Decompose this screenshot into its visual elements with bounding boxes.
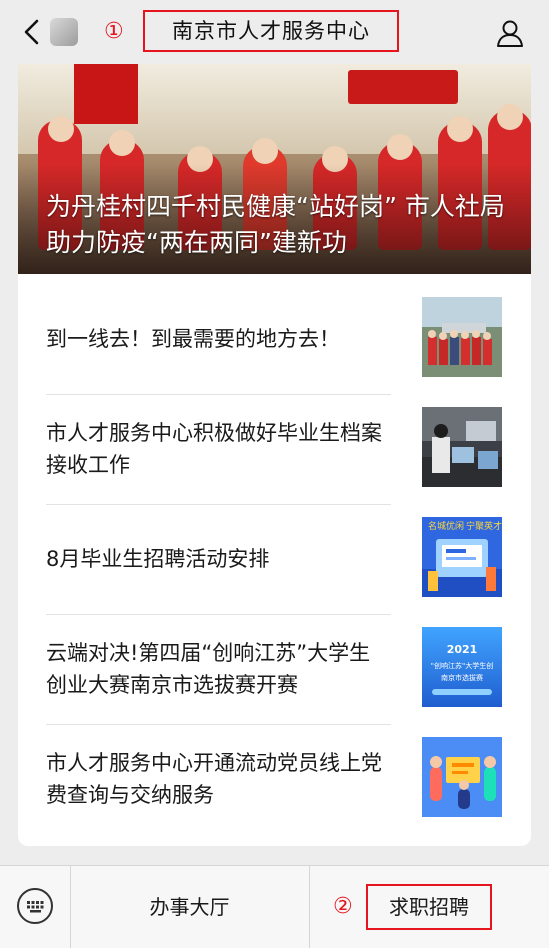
menu-separator bbox=[309, 866, 310, 948]
article-item[interactable]: 云端对决!第四届“创响江苏”大学生创业大赛南京市选拔赛开赛 2021 "创响江苏… bbox=[18, 614, 531, 724]
thumb-caption: "创响江苏"大学生创 bbox=[431, 661, 493, 670]
hero-title: 为丹桂村四千村民健康“站好岗” 市人社局助力防疫“两在两同”建新功 bbox=[46, 192, 505, 257]
article-item[interactable]: 市人才服务中心开通流动党员线上党费查询与交纳服务 bbox=[18, 724, 531, 834]
article-title: 8月毕业生招聘活动安排 bbox=[46, 547, 270, 571]
article-item[interactable]: 市人才服务中心积极做好毕业生档案接收工作 bbox=[18, 394, 531, 504]
hero-head bbox=[109, 130, 135, 156]
article-thumbnail bbox=[422, 297, 502, 377]
hero-image-banner bbox=[348, 70, 458, 104]
hero-head bbox=[252, 138, 278, 164]
account-avatar[interactable] bbox=[50, 18, 78, 46]
article-thumbnail: 名城优闲 宁聚英才 bbox=[422, 517, 502, 597]
back-arrow-icon[interactable] bbox=[20, 18, 44, 46]
thumb-caption: 名城优闲 bbox=[428, 520, 464, 532]
article-title: 云端对决!第四届“创响江苏”大学生创业大赛南京市选拔赛开赛 bbox=[46, 641, 371, 697]
annotation-marker-1: ① bbox=[104, 19, 124, 44]
menu-tab-job-recruitment[interactable]: 求职招聘 bbox=[366, 884, 492, 930]
profile-icon[interactable] bbox=[495, 18, 525, 48]
thumb-caption: 南京市选拔赛 bbox=[441, 673, 483, 682]
article-thumbnail bbox=[422, 737, 502, 817]
menu-tab-service-hall[interactable]: 办事大厅 bbox=[70, 866, 309, 948]
hero-head bbox=[48, 116, 74, 142]
top-nav-bar: ① 南京市人才服务中心 bbox=[0, 0, 549, 64]
hero-article[interactable]: 为丹桂村四千村民健康“站好岗” 市人社局助力防疫“两在两同”建新功 bbox=[18, 64, 531, 274]
keyboard-icon[interactable] bbox=[17, 888, 53, 924]
hero-head bbox=[497, 104, 523, 130]
content-card: 为丹桂村四千村民健康“站好岗” 市人社局助力防疫“两在两同”建新功 到一线去！到… bbox=[18, 64, 531, 846]
thumb-caption: 宁聚英才 bbox=[466, 520, 502, 532]
annotation-marker-2: ② bbox=[333, 894, 353, 919]
hero-head bbox=[387, 134, 413, 160]
article-title: 市人才服务中心开通流动党员线上党费查询与交纳服务 bbox=[46, 751, 382, 807]
hero-head bbox=[447, 116, 473, 142]
bottom-menu-bar: 办事大厅 ② 求职招聘 bbox=[0, 865, 549, 948]
hero-image-flag bbox=[74, 64, 138, 124]
article-item[interactable]: 到一线去！到最需要的地方去！ bbox=[18, 284, 531, 394]
article-title: 市人才服务中心积极做好毕业生档案接收工作 bbox=[46, 421, 382, 477]
thumb-year: 2021 bbox=[447, 643, 478, 656]
article-thumbnail: 2021 "创响江苏"大学生创 南京市选拔赛 bbox=[422, 627, 502, 707]
article-item[interactable]: 8月毕业生招聘活动安排 名城优闲 宁聚英才 bbox=[18, 504, 531, 614]
article-title: 到一线去！到最需要的地方去！ bbox=[46, 327, 340, 351]
page-title: 南京市人才服务中心 bbox=[172, 19, 370, 43]
article-thumbnail bbox=[422, 407, 502, 487]
